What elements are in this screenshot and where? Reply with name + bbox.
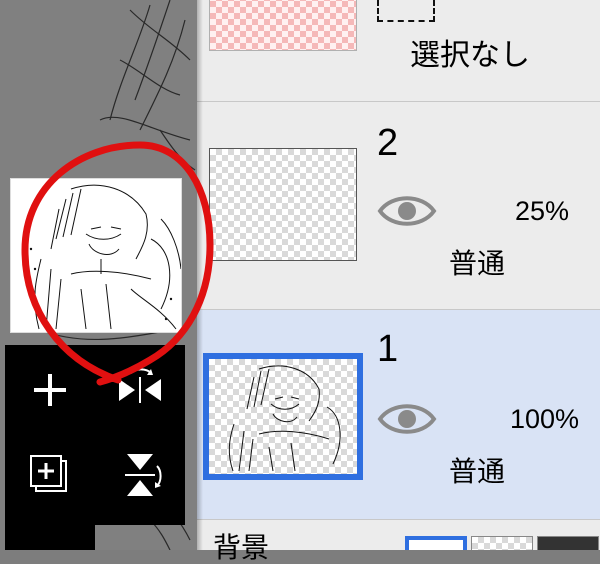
background-white-swatch[interactable] (405, 536, 467, 550)
selection-layer-thumbnail (209, 0, 357, 51)
canvas-area[interactable] (0, 0, 197, 550)
add-folder-button[interactable] (20, 445, 80, 505)
layer-opacity[interactable]: 25% (459, 196, 569, 227)
selection-layer-row[interactable]: 選択なし (197, 0, 600, 102)
layer-thumbnail-selected (203, 353, 363, 480)
layer-name: 1 (377, 328, 399, 370)
selection-marquee-icon (377, 0, 435, 22)
layer-thumbnail (209, 148, 357, 261)
flip-horizontal-icon (119, 368, 161, 403)
flip-horizontal-button[interactable] (110, 360, 170, 420)
flip-vertical-icon (125, 454, 162, 496)
navigator-drawing (27, 184, 181, 330)
add-layer-button[interactable] (20, 360, 80, 420)
layer-panel: 選択なし 2 25% 普通 1 100% 普通 背景 (197, 0, 600, 562)
visibility-eye-icon[interactable] (377, 400, 437, 438)
navigator-thumbnail[interactable] (10, 178, 182, 333)
background-label: 背景 (213, 531, 270, 564)
layer-row-2[interactable]: 2 25% 普通 (197, 102, 600, 310)
layer-thumbnail-drawing (228, 365, 341, 472)
layer-blend-mode[interactable]: 普通 (449, 450, 505, 490)
selection-none-label: 選択なし (410, 38, 530, 73)
flip-vertical-button[interactable] (110, 445, 170, 505)
layer-blend-mode[interactable]: 普通 (449, 242, 505, 282)
background-transparent-swatch[interactable] (471, 536, 533, 550)
layer-row-1[interactable]: 1 100% 普通 (197, 310, 600, 520)
layer-opacity[interactable]: 100% (469, 404, 579, 435)
visibility-eye-icon[interactable] (377, 192, 437, 230)
add-folder-icon (30, 455, 67, 492)
add-layer-icon (34, 374, 66, 406)
layer-toolbox (5, 345, 185, 525)
toolbox-footer (5, 520, 95, 550)
panel-edge-shadow (197, 0, 203, 550)
background-dark-swatch[interactable] (537, 536, 599, 550)
layer-name: 2 (377, 122, 399, 164)
